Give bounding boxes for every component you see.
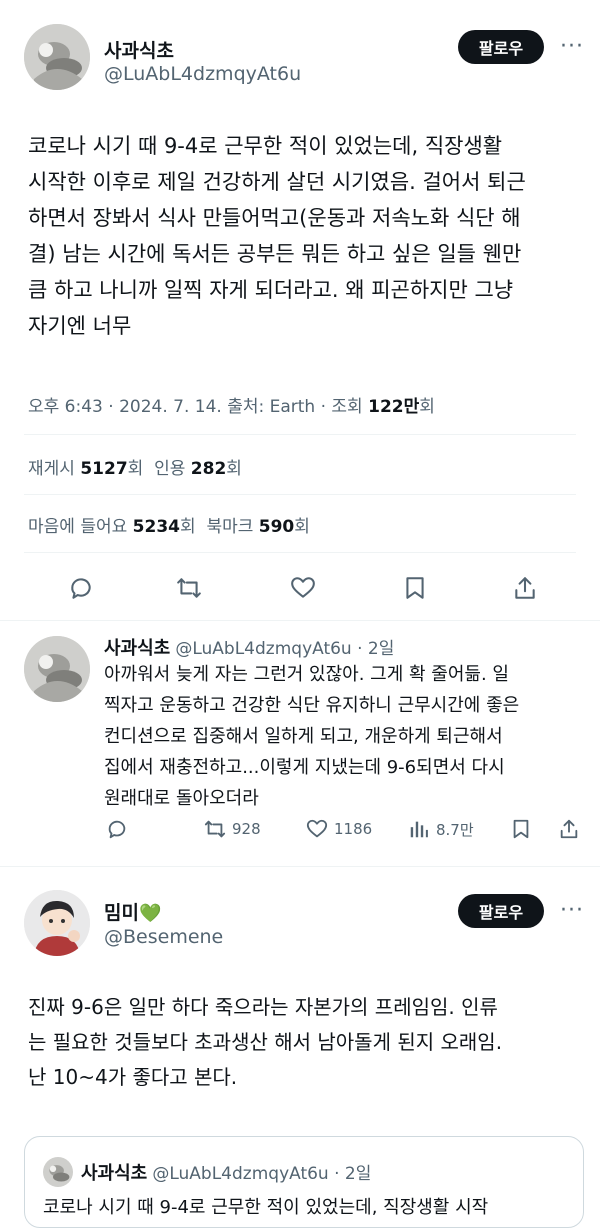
reply1-line: 컨디션으로 집중해서 일하게 되고, 개운하게 퇴근해서 [104, 726, 503, 747]
bookmarks-stat[interactable]: 북마크 590회 [206, 517, 309, 537]
quotes-count: 282 [190, 459, 227, 479]
divider [24, 434, 576, 435]
quoted-avatar [43, 1157, 73, 1187]
reply1-line: 집에서 재충전하고...이렇게 지냈는데 9-6되면서 다시 [104, 757, 505, 778]
author-avatar[interactable] [24, 24, 90, 90]
author-name[interactable]: 사과식초 [104, 36, 174, 63]
reply2-line: 진짜 9-6은 일만 하다 죽으라는 자본가의 프레임임. 인류 [28, 995, 498, 1019]
like-bookmark-stats: 마음에 들어요 5234회 북마크 590회 [28, 512, 310, 537]
tweet-line: 결) 남는 시간에 독서든 공부든 뭐든 하고 싶은 일들 웬만 [28, 242, 522, 266]
divider [24, 552, 576, 553]
reply1-retweet[interactable]: 928 [204, 818, 261, 840]
quoted-text: 코로나 시기 때 9-4로 근무한 적이 있었는데, 직장생활 시작 [43, 1197, 489, 1218]
reply1-handle[interactable]: @LuAbL4dzmqyAt6u · 2일 [175, 639, 394, 659]
views-unit: 회 [419, 397, 435, 417]
tweet-line: 큼 하고 나니까 일찍 자게 되더라고. 왜 피곤하지만 그냥 [28, 278, 514, 302]
reply1-line: 아까워서 늦게 자는 그런거 있잖아. 그게 확 줄어듦. 일 [104, 664, 509, 685]
reply2-handle[interactable]: @Besemene [104, 926, 223, 948]
reply-icon[interactable] [68, 575, 94, 601]
more-icon[interactable]: ··· [560, 34, 584, 59]
reply1-author-name[interactable]: 사과식초 [104, 638, 170, 659]
retweet-quote-stats: 재게시 5127회 인용 282회 [28, 454, 242, 479]
quoted-header: 사과식초 @LuAbL4dzmqyAt6u · 2일 [81, 1159, 371, 1185]
tweet-meta: 오후 6:43 · 2024. 7. 14. 출처: Earth · 조회 12… [28, 392, 435, 417]
divider [0, 620, 600, 621]
reply2-name-row: 밈미💚 [104, 898, 161, 925]
views-count: 8.7만 [436, 820, 474, 839]
tweet-line: 코로나 시기 때 9-4로 근무한 적이 있었는데, 직장생활 [28, 134, 503, 158]
retweets-label: 재게시 [28, 459, 75, 479]
reply1-like[interactable]: 1186 [306, 818, 372, 840]
reply2-text: 진짜 9-6은 일만 하다 죽으라는 자본가의 프레임임. 인류 는 필요한 것… [28, 990, 588, 1095]
reply1-views[interactable]: 8.7만 [408, 818, 474, 840]
likes-stat[interactable]: 마음에 들어요 5234회 [28, 517, 196, 537]
quoted-handle: @LuAbL4dzmqyAt6u · 2일 [152, 1164, 372, 1184]
reply2-author-name[interactable]: 밈미 [104, 902, 139, 924]
quotes-stat[interactable]: 인용 282회 [154, 459, 242, 479]
more-icon[interactable]: ··· [560, 898, 584, 923]
quotes-unit: 회 [226, 459, 242, 479]
like-count: 1186 [334, 820, 373, 838]
retweets-stat[interactable]: 재게시 5127회 [28, 459, 143, 479]
reply1-avatar[interactable] [24, 636, 90, 702]
quoted-author-name: 사과식초 [81, 1163, 148, 1184]
views-count: 122만 [368, 397, 420, 417]
green-heart-icon: 💚 [138, 903, 162, 924]
reply1-text: 아까워서 늦게 자는 그런거 있잖아. 그게 확 줄어듦. 일 찍자고 운동하고… [104, 659, 584, 814]
follow-button[interactable]: 팔로우 [458, 894, 544, 928]
bookmark-icon[interactable] [402, 575, 428, 601]
reply-icon[interactable] [106, 818, 128, 840]
likes-label: 마음에 들어요 [28, 517, 128, 537]
reply2-line: 는 필요한 것들보다 초과생산 해서 남아돌게 된지 오래임. [28, 1030, 503, 1054]
quotes-label: 인용 [154, 459, 186, 479]
timestamp-source[interactable]: 오후 6:43 · 2024. 7. 14. 출처: Earth · 조회 [28, 397, 368, 417]
tweet-line: 시작한 이후로 제일 건강하게 살던 시기였음. 걸어서 퇴근 [28, 170, 526, 194]
follow-button[interactable]: 팔로우 [458, 30, 544, 64]
divider [0, 866, 600, 867]
reply2-line: 난 10~4가 좋다고 본다. [28, 1065, 238, 1089]
retweets-count: 5127 [80, 459, 128, 479]
quoted-tweet[interactable]: 사과식초 @LuAbL4dzmqyAt6u · 2일 코로나 시기 때 9-4로… [24, 1136, 584, 1228]
views-icon [408, 818, 430, 840]
bookmarks-count: 590 [258, 517, 295, 537]
bookmarks-label: 북마크 [206, 517, 254, 537]
retweet-icon [204, 818, 226, 840]
bookmark-icon[interactable] [510, 818, 532, 840]
share-icon[interactable] [558, 818, 580, 840]
bookmarks-unit: 회 [294, 517, 310, 537]
retweet-icon[interactable] [176, 575, 202, 601]
tweet-line: 자기엔 너무 [28, 314, 132, 338]
retweets-unit: 회 [127, 459, 144, 479]
retweet-count: 928 [232, 820, 261, 838]
reply1-line: 원래대로 돌아오더라 [104, 788, 259, 809]
reply1-header: 사과식초 @LuAbL4dzmqyAt6u · 2일 [104, 634, 394, 660]
reply1-line: 찍자고 운동하고 건강한 식단 유지하니 근무시간에 좋은 [104, 695, 520, 716]
share-icon[interactable] [512, 575, 538, 601]
tweet-text: 코로나 시기 때 9-4로 근무한 적이 있었는데, 직장생활 시작한 이후로 … [28, 128, 588, 344]
reply2-avatar[interactable] [24, 890, 90, 956]
divider [24, 494, 576, 495]
tweet-line: 하면서 장봐서 식사 만들어먹고(운동과 저속노화 식단 해 [28, 206, 521, 230]
likes-count: 5234 [132, 517, 180, 537]
like-icon [306, 818, 328, 840]
like-icon[interactable] [290, 575, 316, 601]
likes-unit: 회 [179, 517, 196, 537]
author-handle[interactable]: @LuAbL4dzmqyAt6u [104, 63, 301, 85]
